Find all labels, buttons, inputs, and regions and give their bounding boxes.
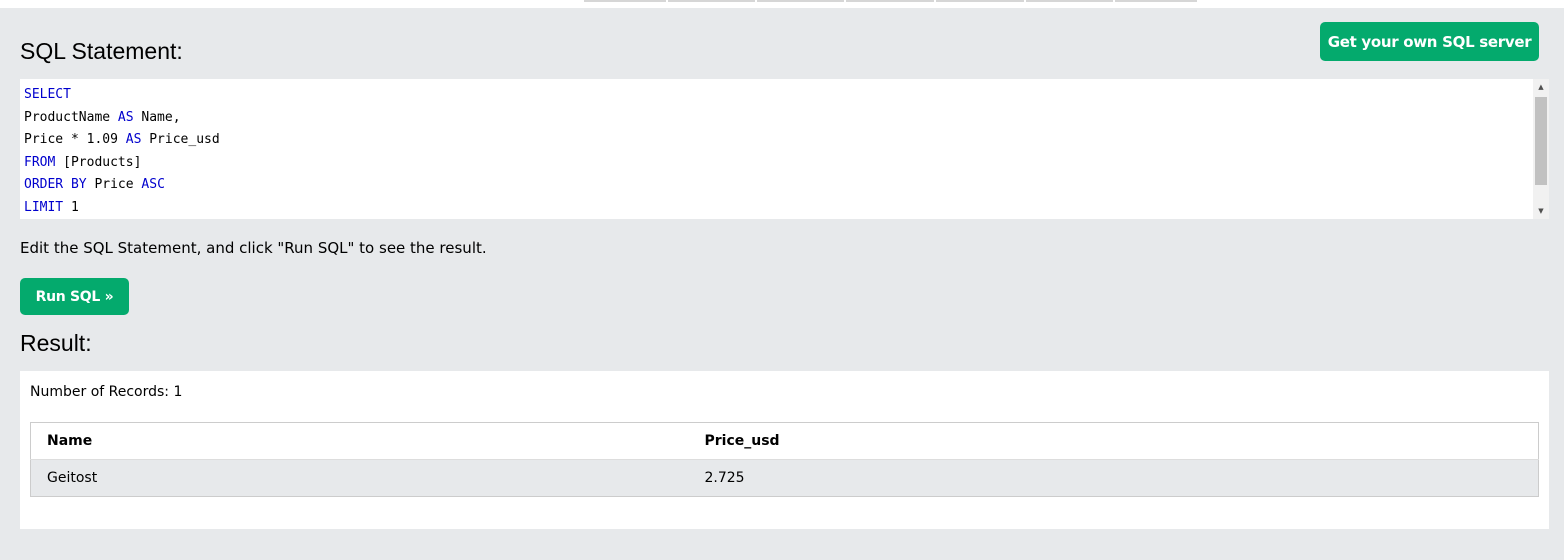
- sql-text: [Products]: [55, 154, 142, 170]
- code-line: Price * 1.09 AS Price_usd: [24, 129, 220, 152]
- scroll-down-arrow-icon[interactable]: ▼: [1533, 203, 1549, 219]
- sql-text: Price * 1.09: [24, 132, 126, 148]
- code-line: LIMIT 1: [24, 197, 220, 219]
- get-own-sql-server-button[interactable]: Get your own SQL server: [1320, 22, 1539, 61]
- sql-statement-heading: SQL Statement:: [20, 38, 183, 64]
- sql-code[interactable]: SELECT ProductName AS Name, Price * 1.09 A…: [24, 84, 220, 219]
- result-table: Name Price_usd Geitost 2.725: [30, 422, 1539, 497]
- editor-scrollbar[interactable]: ▲ ▼: [1533, 79, 1549, 219]
- top-tab-strip: [584, 0, 1197, 2]
- sql-text: ProductName: [24, 109, 118, 125]
- sql-text: Price: [86, 177, 142, 193]
- result-heading: Result:: [20, 330, 92, 356]
- cell-price-usd: 2.725: [688, 459, 1539, 497]
- sql-text: Price_usd: [141, 132, 220, 148]
- sql-keyword: ASC: [141, 177, 165, 193]
- cell-name: Geitost: [30, 459, 689, 497]
- sql-keyword: LIMIT: [24, 199, 64, 215]
- top-tab: [846, 0, 934, 2]
- scrollbar-thumb[interactable]: [1535, 97, 1547, 185]
- top-tab: [1026, 0, 1113, 2]
- table-header-row: Name Price_usd: [30, 422, 1539, 460]
- code-line: ProductName AS Name,: [24, 107, 220, 130]
- tryit-result-frame: SQL Statement: Get your own SQL server S…: [0, 8, 1564, 560]
- code-line: FROM [Products]: [24, 152, 220, 175]
- sql-text: Name,: [133, 109, 181, 125]
- code-line: ORDER BY Price ASC: [24, 174, 220, 197]
- table-row: Geitost 2.725: [30, 459, 1539, 497]
- scroll-up-arrow-icon[interactable]: ▲: [1533, 79, 1549, 95]
- column-header-price-usd: Price_usd: [688, 422, 1539, 460]
- sql-text: 1: [63, 199, 79, 215]
- top-tab: [1115, 0, 1197, 2]
- sql-keyword: AS: [125, 132, 142, 148]
- run-sql-button[interactable]: Run SQL »: [20, 278, 129, 315]
- top-tab: [668, 0, 755, 2]
- top-tab: [584, 0, 666, 2]
- record-count: Number of Records: 1: [30, 384, 183, 400]
- sql-keyword: FROM: [24, 154, 56, 170]
- instruction-text: Edit the SQL Statement, and click "Run S…: [20, 239, 487, 257]
- result-panel: Number of Records: 1 Name Price_usd Geit…: [20, 371, 1549, 529]
- column-header-name: Name: [30, 422, 689, 460]
- top-tab: [936, 0, 1024, 2]
- sql-keyword: ORDER BY: [24, 177, 87, 193]
- sql-keyword: AS: [117, 109, 134, 125]
- top-tab: [757, 0, 844, 2]
- code-line: SELECT: [24, 84, 220, 107]
- sql-editor[interactable]: SELECT ProductName AS Name, Price * 1.09 A…: [20, 79, 1549, 219]
- sql-keyword: SELECT: [24, 87, 71, 102]
